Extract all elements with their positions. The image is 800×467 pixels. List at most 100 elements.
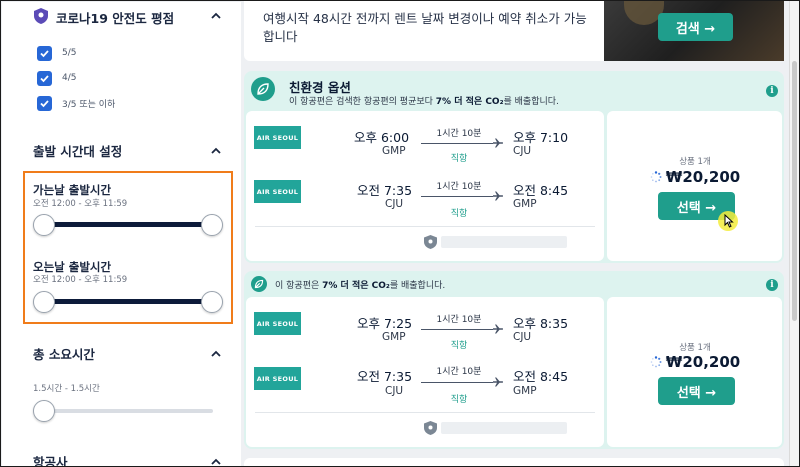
arrival-airport: GMP [513,385,537,397]
scrollbar-thumb[interactable] [792,61,797,321]
divider [255,226,595,227]
route-line [421,196,493,197]
route-line [421,382,493,383]
eco-desc-bold: 7% 더 적은 CO₂ [322,281,390,291]
chevron-up-icon[interactable] [210,348,222,360]
price: ₩20,200 [615,168,775,186]
flight-duration: 1시간 10분 [436,129,482,139]
departure-airport: CJU [385,198,404,210]
price-value: ₩20,200 [665,353,741,371]
select-button[interactable]: 선택 → [658,377,735,405]
outbound-slider-end-handle[interactable] [201,214,223,236]
departure-airport: CJU [385,385,404,397]
rating-option-label: 4/5 [62,73,77,83]
divider [255,412,595,413]
duration-title: 총 소요시간 [33,347,95,362]
return-slider-start-handle[interactable] [33,291,55,313]
return-slider-range: 오전 12:00 - 오후 11:59 [33,275,128,285]
offer-count: 상품 1개 [679,157,711,167]
mouse-cursor-icon [724,214,734,228]
eco-desc-bold: 7% 더 적은 CO₂ [435,97,504,107]
arrival-airport: CJU [513,331,532,343]
checkbox[interactable] [37,70,52,86]
return-slider-track[interactable] [43,299,213,304]
offer-count: 상품 1개 [679,343,711,353]
search-button[interactable]: 검색 → [658,13,733,41]
loading-spinner-icon [650,356,662,368]
covid-rating-title: 코로나19 안전도 평점 [56,11,175,26]
info-icon[interactable]: i [766,85,778,97]
duration-range: 1.5시간 - 1.5시간 [33,384,100,394]
outbound-slider-start-handle[interactable] [33,214,55,236]
departure-time-title: 출발 시간대 설정 [33,144,123,159]
departure-airport: GMP [382,145,406,157]
eco-desc-post: 를 배출합니다. [503,97,559,107]
route-line [421,143,493,144]
promo-text: 여행시작 48시간 전까지 렌트 날짜 변경이나 예약 취소가 가능합니다 [263,11,587,44]
loading-placeholder [441,236,567,248]
leaf-icon [251,276,267,292]
rating-option-4[interactable]: 4/5 [37,70,76,86]
shield-icon [34,8,48,24]
airplane-icon [493,138,503,148]
price: ₩20,200 [615,353,775,371]
eco-desc-pre: 이 항공편은 검색한 항공편의 평균보다 [289,97,436,107]
loading-placeholder [441,422,567,434]
chevron-up-icon[interactable] [210,456,222,466]
airplane-icon [493,191,503,201]
arrival-time: 오전 8:45 [513,183,569,198]
duration-slider-track[interactable] [43,409,213,413]
rating-option-label: 5/5 [62,48,77,58]
return-slider-end-handle[interactable] [201,291,223,313]
loading-spinner-icon [650,171,662,183]
departure-time: 오후 6:00 [354,130,410,145]
departure-time: 오전 7:35 [357,369,413,384]
eco-desc-post: 를 배출합니다. [389,281,446,291]
info-icon[interactable]: i [766,279,778,291]
airplane-icon [493,324,503,334]
eco-description: 이 항공편은 검색한 항공편의 평균보다 7% 더 적은 CO₂를 배출합니다. [289,94,559,107]
price-panel [607,297,782,447]
arrival-time: 오후 8:35 [513,316,569,331]
rating-option-5[interactable]: 5/5 [37,45,76,61]
shield-icon [424,421,437,435]
rating-option-label: 3/5 또는 이하 [62,99,116,110]
departure-time: 오후 7:25 [357,316,413,331]
airline-filter-title: 항공사 [33,455,68,467]
leaf-icon [251,77,275,101]
rating-option-3[interactable]: 3/5 또는 이하 [37,95,115,111]
airline-logo: AIR SEOUL [254,367,301,390]
browser-frame: 코로나19 안전도 평점 5/5 4/5 3/5 또는 이하 출발 시간대 설정… [0,0,800,467]
duration-slider-handle[interactable] [33,400,55,422]
flight-duration: 1시간 10분 [436,315,482,325]
arrival-time: 오전 8:45 [513,369,569,384]
airline-logo: AIR SEOUL [254,312,301,335]
flight-duration: 1시간 10분 [436,367,482,377]
scrollbar[interactable] [789,1,799,466]
direct-label: 직항 [450,209,468,219]
eco-desc-pre: 이 항공편은 [275,281,323,291]
airline-logo: AIR SEOUL [254,126,301,149]
price-value: ₩20,200 [665,168,741,186]
checkbox[interactable] [37,45,52,61]
chevron-up-icon[interactable] [210,10,222,22]
airplane-icon [493,377,503,387]
arrival-time: 오후 7:10 [513,130,569,145]
outbound-slider-range: 오전 12:00 - 오후 11:59 [33,199,128,209]
outbound-slider-track[interactable] [43,222,213,227]
airline-logo: AIR SEOUL [254,180,301,203]
direct-label: 직항 [450,154,468,164]
departure-airport: GMP [382,331,406,343]
outbound-slider-title: 가는날 출발시간 [33,183,112,197]
checkbox[interactable] [37,95,52,111]
arrival-airport: CJU [513,145,532,157]
flight-duration: 1시간 10분 [436,182,482,192]
direct-label: 직항 [450,341,468,351]
departure-time: 오전 7:35 [357,183,413,198]
arrival-airport: GMP [513,198,537,210]
route-line [421,329,493,330]
direct-label: 직항 [450,395,468,405]
chevron-up-icon[interactable] [210,145,222,157]
next-result-card [244,458,784,466]
price-panel [607,111,782,261]
